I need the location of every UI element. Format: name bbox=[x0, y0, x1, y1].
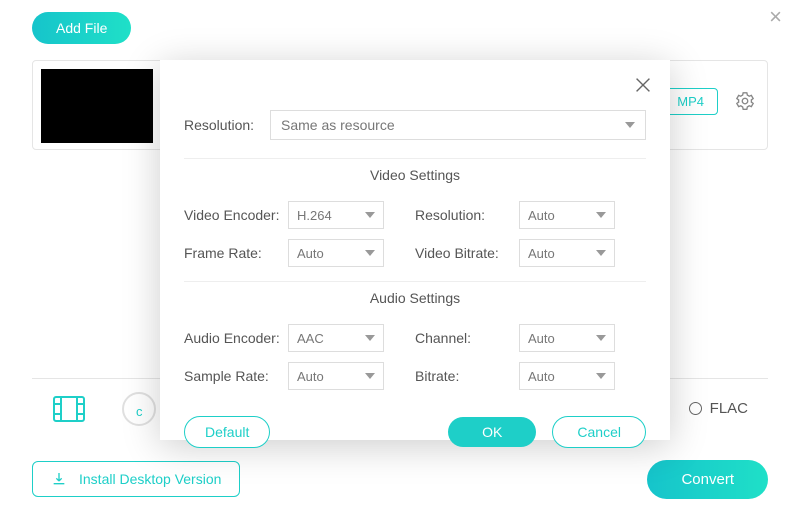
audio-tab-icon[interactable]: c bbox=[122, 392, 156, 426]
add-file-button[interactable]: Add File bbox=[32, 12, 131, 44]
chevron-down-icon bbox=[625, 122, 635, 128]
modal-buttons: Default OK Cancel bbox=[184, 416, 646, 448]
audio-settings-header: Audio Settings bbox=[184, 281, 646, 306]
video-tab-icon[interactable] bbox=[52, 395, 86, 423]
audio-tab-letter: c bbox=[136, 404, 143, 419]
download-icon bbox=[51, 471, 67, 487]
frame-rate-label: Frame Rate: bbox=[184, 245, 288, 261]
video-bitrate-value: Auto bbox=[528, 246, 555, 261]
settings-modal: Resolution: Same as resource Video Setti… bbox=[160, 60, 670, 440]
chevron-down-icon bbox=[365, 212, 375, 218]
video-encoder-select[interactable]: H.264 bbox=[288, 201, 384, 229]
channel-select[interactable]: Auto bbox=[519, 324, 615, 352]
sample-rate-value: Auto bbox=[297, 369, 324, 384]
video-encoder-label: Video Encoder: bbox=[184, 207, 288, 223]
audio-bitrate-label: Bitrate: bbox=[415, 368, 519, 384]
install-label: Install Desktop Version bbox=[79, 471, 221, 487]
sample-rate-label: Sample Rate: bbox=[184, 368, 288, 384]
chevron-down-icon bbox=[596, 373, 606, 379]
resolution-select[interactable]: Same as resource bbox=[270, 110, 646, 140]
flac-label: FLAC bbox=[710, 400, 748, 417]
audio-bitrate-select[interactable]: Auto bbox=[519, 362, 615, 390]
gear-icon[interactable] bbox=[734, 90, 756, 112]
flac-option[interactable]: FLAC bbox=[689, 400, 748, 417]
convert-button[interactable]: Convert bbox=[647, 460, 768, 499]
video-encoder-value: H.264 bbox=[297, 208, 332, 223]
video-resolution-label: Resolution: bbox=[415, 207, 519, 223]
video-thumbnail[interactable] bbox=[41, 69, 153, 143]
audio-encoder-select[interactable]: AAC bbox=[288, 324, 384, 352]
footer: Install Desktop Version Convert bbox=[32, 457, 768, 501]
frame-rate-select[interactable]: Auto bbox=[288, 239, 384, 267]
video-bitrate-label: Video Bitrate: bbox=[415, 245, 519, 261]
default-button[interactable]: Default bbox=[184, 416, 270, 448]
radio-icon bbox=[689, 402, 702, 415]
ok-button[interactable]: OK bbox=[448, 417, 536, 447]
close-icon[interactable] bbox=[632, 74, 654, 101]
audio-bitrate-value: Auto bbox=[528, 369, 555, 384]
video-resolution-value: Auto bbox=[528, 208, 555, 223]
channel-value: Auto bbox=[528, 331, 555, 346]
audio-encoder-value: AAC bbox=[297, 331, 324, 346]
chevron-down-icon bbox=[365, 373, 375, 379]
video-settings-grid: Video Encoder: H.264 Resolution: Auto Fr… bbox=[184, 191, 646, 267]
audio-settings-grid: Audio Encoder: AAC Channel: Auto Sample … bbox=[184, 314, 646, 390]
video-bitrate-select[interactable]: Auto bbox=[519, 239, 615, 267]
chevron-down-icon bbox=[596, 250, 606, 256]
output-format-badge[interactable]: MP4 bbox=[663, 88, 718, 115]
resolution-row: Resolution: Same as resource bbox=[184, 110, 646, 140]
video-settings-header: Video Settings bbox=[184, 158, 646, 183]
channel-label: Channel: bbox=[415, 330, 519, 346]
frame-rate-value: Auto bbox=[297, 246, 324, 261]
video-resolution-select[interactable]: Auto bbox=[519, 201, 615, 229]
sample-rate-select[interactable]: Auto bbox=[288, 362, 384, 390]
app-close-icon[interactable]: × bbox=[769, 4, 782, 30]
chevron-down-icon bbox=[365, 250, 375, 256]
chevron-down-icon bbox=[596, 335, 606, 341]
cancel-button[interactable]: Cancel bbox=[552, 416, 646, 448]
chevron-down-icon bbox=[596, 212, 606, 218]
install-desktop-button[interactable]: Install Desktop Version bbox=[32, 461, 240, 497]
resolution-label: Resolution: bbox=[184, 117, 270, 133]
audio-encoder-label: Audio Encoder: bbox=[184, 330, 288, 346]
resolution-value: Same as resource bbox=[281, 117, 395, 133]
chevron-down-icon bbox=[365, 335, 375, 341]
